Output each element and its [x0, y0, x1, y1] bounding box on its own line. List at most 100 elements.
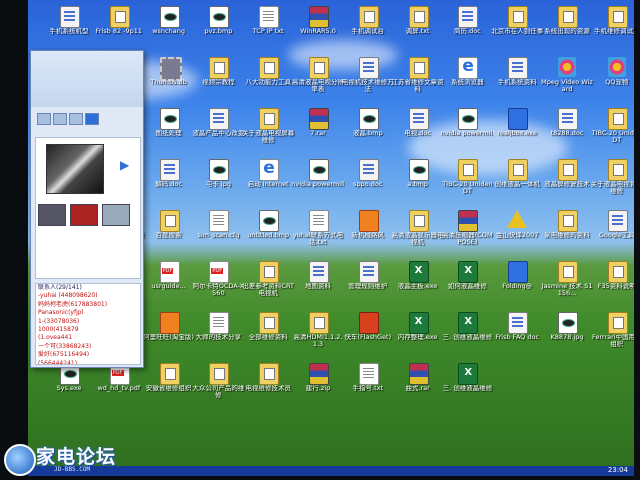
desktop-icon[interactable]: Folding@	[490, 259, 544, 303]
desktop-icon[interactable]: 系统出现的资源	[540, 4, 594, 48]
desktop-icon[interactable]: TCP IP txt	[241, 4, 295, 48]
desktop-icon[interactable]: a.bmp	[391, 157, 445, 201]
desktop-icon[interactable]: 阿尔卡特OCDA-X560	[191, 259, 245, 303]
contact-list-item[interactable]: 爱好(675116494)	[36, 351, 140, 359]
desktop-icon[interactable]: sim_scan.cfg	[191, 208, 245, 252]
desktop-icon[interactable]: 图纸处理	[142, 106, 196, 150]
desktop-icon[interactable]: untitled.bmp	[241, 208, 295, 252]
contact-list-item[interactable]: -yuhai (448098620)	[36, 292, 140, 300]
desktop-icon[interactable]: 电视机技术维修方法	[341, 55, 395, 99]
desktop-icon[interactable]: realjbox.exe	[490, 106, 544, 150]
photo-thumbnail[interactable]	[70, 204, 98, 226]
desktop-icon[interactable]: Frisb 82 -9p11	[92, 4, 146, 48]
desktop-icon[interactable]: yuhai联系方式电话.txt	[291, 208, 345, 252]
desktop-icon[interactable]: 管理规则维护	[341, 259, 395, 303]
toolbar-button[interactable]	[37, 113, 51, 125]
desktop-icon[interactable]: 出差参考资料CRT电视机	[241, 259, 295, 303]
desktop-icon[interactable]: 高清压缩器(COMPOSE)	[440, 208, 494, 252]
desktop-icon[interactable]: 电视.doc	[391, 106, 445, 150]
desktop-icon[interactable]: 新机械路风	[341, 208, 395, 252]
desktop-icon[interactable]: 手机系统机型	[42, 4, 96, 48]
desktop-icon[interactable]: 阿里旺旺(淘宝版)	[142, 310, 196, 354]
toolbar-button[interactable]	[69, 113, 83, 125]
toolbar-button[interactable]	[53, 113, 67, 125]
desktop-icon[interactable]: F35资料说明	[590, 259, 638, 303]
photo-thumbnail[interactable]	[102, 204, 130, 226]
desktop-icon[interactable]: 手机系统资料	[490, 55, 544, 99]
chat-window-titlebar[interactable]	[31, 51, 143, 107]
chat-window[interactable]: ▶ 联系人(29/141) -yuhai (448098620) 妈妈柯老虎(617…	[30, 50, 144, 368]
desktop-icon[interactable]: Ferrrari中国用户组织	[590, 310, 638, 354]
desktop-icon[interactable]: 系统浏览器	[440, 55, 494, 99]
contact-list-item[interactable]: Panasonic(yfjpl	[36, 309, 140, 317]
desktop-icon[interactable]: 7.rar	[291, 106, 345, 150]
desktop-icon[interactable]: 三. 创维液晶维修	[440, 361, 494, 405]
desktop-icon[interactable]: 创维液晶一体机	[490, 157, 544, 201]
desktop-icon[interactable]: 电视维修技术员	[241, 361, 295, 405]
desktop-icon[interactable]: 北京市在人到任事	[490, 4, 544, 48]
desktop-icon[interactable]: 江苏省维修文章资料	[391, 55, 445, 99]
desktop-icon[interactable]: 大众公司产品的维修	[191, 361, 245, 405]
next-arrow-icon[interactable]: ▶	[120, 158, 129, 172]
desktop-icon[interactable]: usrguide...	[142, 259, 196, 303]
desktop-icon[interactable]: 液晶.bmp	[341, 106, 395, 150]
desktop-icon[interactable]: t8288.doc	[540, 106, 594, 150]
desktop-icon[interactable]: wsnchang	[142, 4, 196, 48]
desktop-icon[interactable]: 手机维修调试点	[590, 4, 638, 48]
desktop-icon[interactable]: 曲式.rar	[391, 361, 445, 405]
photo-thumbnail[interactable]	[38, 204, 66, 226]
contact-list[interactable]: 联系人(29/141) -yuhai (448098620) 妈妈柯老虎(61788…	[35, 283, 141, 365]
desktop-icon[interactable]: 建行.zip	[291, 361, 345, 405]
desktop-icon[interactable]: 金山快译2007	[490, 208, 544, 252]
desktop-icon[interactable]: sppo.doc	[341, 157, 395, 201]
desktop-icon[interactable]: 地图资料	[291, 259, 345, 303]
desktop-icon[interactable]: WinRAR5.0	[291, 4, 345, 48]
desktop-icon[interactable]: K8878.jpg	[540, 310, 594, 354]
desktop-icon[interactable]: Jasmine 技术 S1156...	[540, 259, 594, 303]
desktop-icon[interactable]: 八大功能力工具	[241, 55, 295, 99]
desktop-icon[interactable]: 手指号.txt	[341, 361, 395, 405]
desktop-icon[interactable]: 高清HDMI1.1.2.1.3	[291, 310, 345, 354]
desktop-icon[interactable]: Frisb FAQ doc	[490, 310, 544, 354]
desktop-icon[interactable]: 高清液晶电视分辨率表	[291, 55, 345, 99]
desktop-icon[interactable]: 大师的技术分享	[191, 310, 245, 354]
desktop-icon[interactable]: 安徽省维修组织	[142, 361, 196, 405]
desktop-icon[interactable]: 如何液晶维修	[440, 259, 494, 303]
desktop-icon[interactable]: 内存整理.exe	[391, 310, 445, 354]
desktop-icon[interactable]: 液晶主板.exe	[391, 259, 445, 303]
desktop-icon[interactable]: 快车(FlashGet)	[341, 310, 395, 354]
contact-group-header[interactable]: 联系人(29/141)	[36, 284, 140, 292]
desktop-icon[interactable]: TIBC-20 Uniden DT	[440, 157, 494, 201]
contact-list-item[interactable]: 妈妈柯老虎(617883801)	[36, 301, 140, 309]
desktop-icon[interactable]: 百度搜索	[142, 208, 196, 252]
contact-list-item[interactable]: 一个可(33868243)	[36, 343, 140, 351]
desktop-icon[interactable]: TIBC-20 Uniden DT	[590, 106, 638, 150]
desktop-icon[interactable]: 关于液晶电视屏幕维修	[241, 106, 295, 150]
desktop-icon[interactable]: 关于液晶电视背光维修	[590, 157, 638, 201]
desktop-icon[interactable]: Mpeg Video Wizard	[540, 55, 594, 99]
desktop-icon[interactable]: pvz.bmp	[191, 4, 245, 48]
contact-list-item[interactable]: 1-(33078036)	[36, 318, 140, 326]
desktop-icon[interactable]: 手机调试台	[341, 4, 395, 48]
contact-list-item[interactable]: (566444241)	[36, 360, 140, 364]
desktop-icon[interactable]: QQ宠物	[590, 55, 638, 99]
toolbar-button[interactable]	[85, 113, 99, 125]
desktop-icon[interactable]: 家电维修的资料	[540, 208, 594, 252]
desktop-icon[interactable]: 三. 创维液晶维修	[440, 310, 494, 354]
desktop-icon[interactable]: 简历.doc	[440, 4, 494, 48]
desktop-icon[interactable]: 全部维修资料	[241, 310, 295, 354]
desktop-icon[interactable]: nvidia powermill	[291, 157, 345, 201]
desktop-icon[interactable]: nvidia powermill	[440, 106, 494, 150]
photo-thumbnail[interactable]	[46, 144, 104, 194]
desktop-icon[interactable]: 启动 Internet	[241, 157, 295, 201]
desktop-icon[interactable]: Google工具	[590, 208, 638, 252]
desktop-icon[interactable]: 调屏.txt	[391, 4, 445, 48]
contact-list-item[interactable]: (1.ovea441	[36, 334, 140, 342]
desktop-icon[interactable]: 高清液晶显示器电视机	[391, 208, 445, 252]
desktop-icon[interactable]: 屯卡.jpg	[191, 157, 245, 201]
desktop-icon[interactable]: 视频宗教程	[191, 55, 245, 99]
desktop-icon[interactable]: 液晶产品中心改变	[191, 106, 245, 150]
contact-list-item[interactable]: 1000(415879	[36, 326, 140, 334]
desktop-icon[interactable]: Thumbs.db	[142, 55, 196, 99]
desktop-icon[interactable]: 液晶屏修复技术	[540, 157, 594, 201]
